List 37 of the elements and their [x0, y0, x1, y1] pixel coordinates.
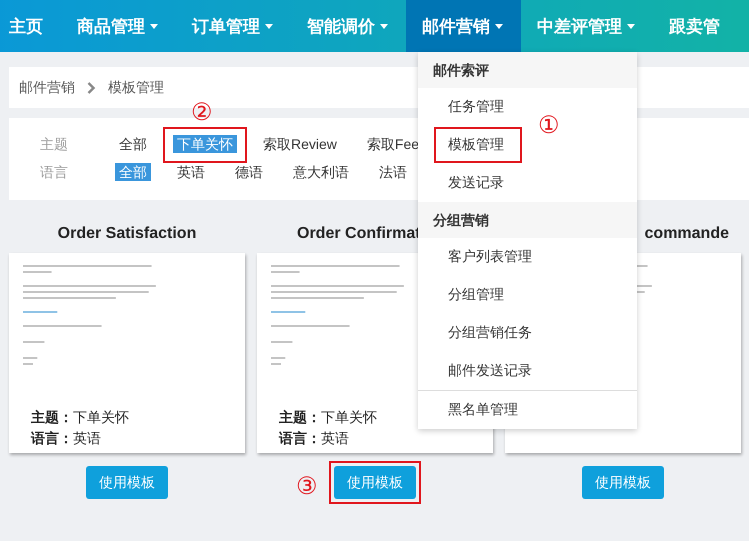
menu-item[interactable]: 任务管理 — [448, 98, 504, 114]
filter-label: 语言 — [39, 164, 69, 182]
caret-icon — [380, 24, 388, 28]
template-meta: 主题：下单关怀 — [279, 408, 377, 427]
menu-group-header: 邮件索评 — [418, 52, 637, 88]
menu-group-header: 分组营销 — [418, 202, 637, 238]
filter-option[interactable]: 意大利语 — [289, 163, 353, 182]
callout-number: ① — [538, 114, 560, 138]
template-meta: 语言：英语 — [31, 429, 101, 448]
template-meta: 主题：下单关怀 — [31, 408, 129, 427]
breadcrumb-item[interactable]: 邮件营销 — [19, 78, 75, 96]
caret-icon — [265, 24, 273, 28]
callout-number: ③ — [296, 475, 318, 499]
template-title: Order Confirmat — [297, 225, 421, 244]
filter-option[interactable]: 英语 — [173, 163, 209, 182]
filter-option[interactable]: 全部 — [115, 135, 151, 154]
caret-icon — [150, 24, 158, 28]
filter-label: 主题 — [39, 136, 69, 154]
menu-item[interactable]: 邮件发送记录 — [448, 362, 532, 378]
menu-item[interactable]: 客户列表管理 — [448, 248, 532, 264]
menu-item[interactable]: 分组营销任务 — [448, 324, 532, 340]
menu-item[interactable]: 分组管理 — [448, 286, 504, 302]
caret-icon — [627, 24, 635, 28]
menu-item[interactable]: 发送记录 — [448, 174, 504, 190]
breadcrumb-item: 模板管理 — [108, 78, 164, 96]
nav-tab[interactable]: 邮件营销 — [406, 0, 521, 52]
menu-item[interactable]: 模板管理 — [448, 136, 504, 152]
callout-number: ② — [191, 101, 213, 126]
menu-item[interactable]: 黑名单管理 — [448, 401, 518, 418]
filter-option[interactable]: 索取Review — [259, 135, 341, 154]
template-title: Order Satisfaction — [58, 225, 196, 244]
template-meta: 语言：英语 — [279, 429, 349, 448]
template-title: commande — [644, 225, 729, 244]
filter-option[interactable]: 法语 — [375, 163, 411, 182]
filter-option[interactable]: 德语 — [231, 163, 267, 182]
caret-icon — [495, 24, 503, 28]
chevron-right-icon — [87, 82, 96, 94]
